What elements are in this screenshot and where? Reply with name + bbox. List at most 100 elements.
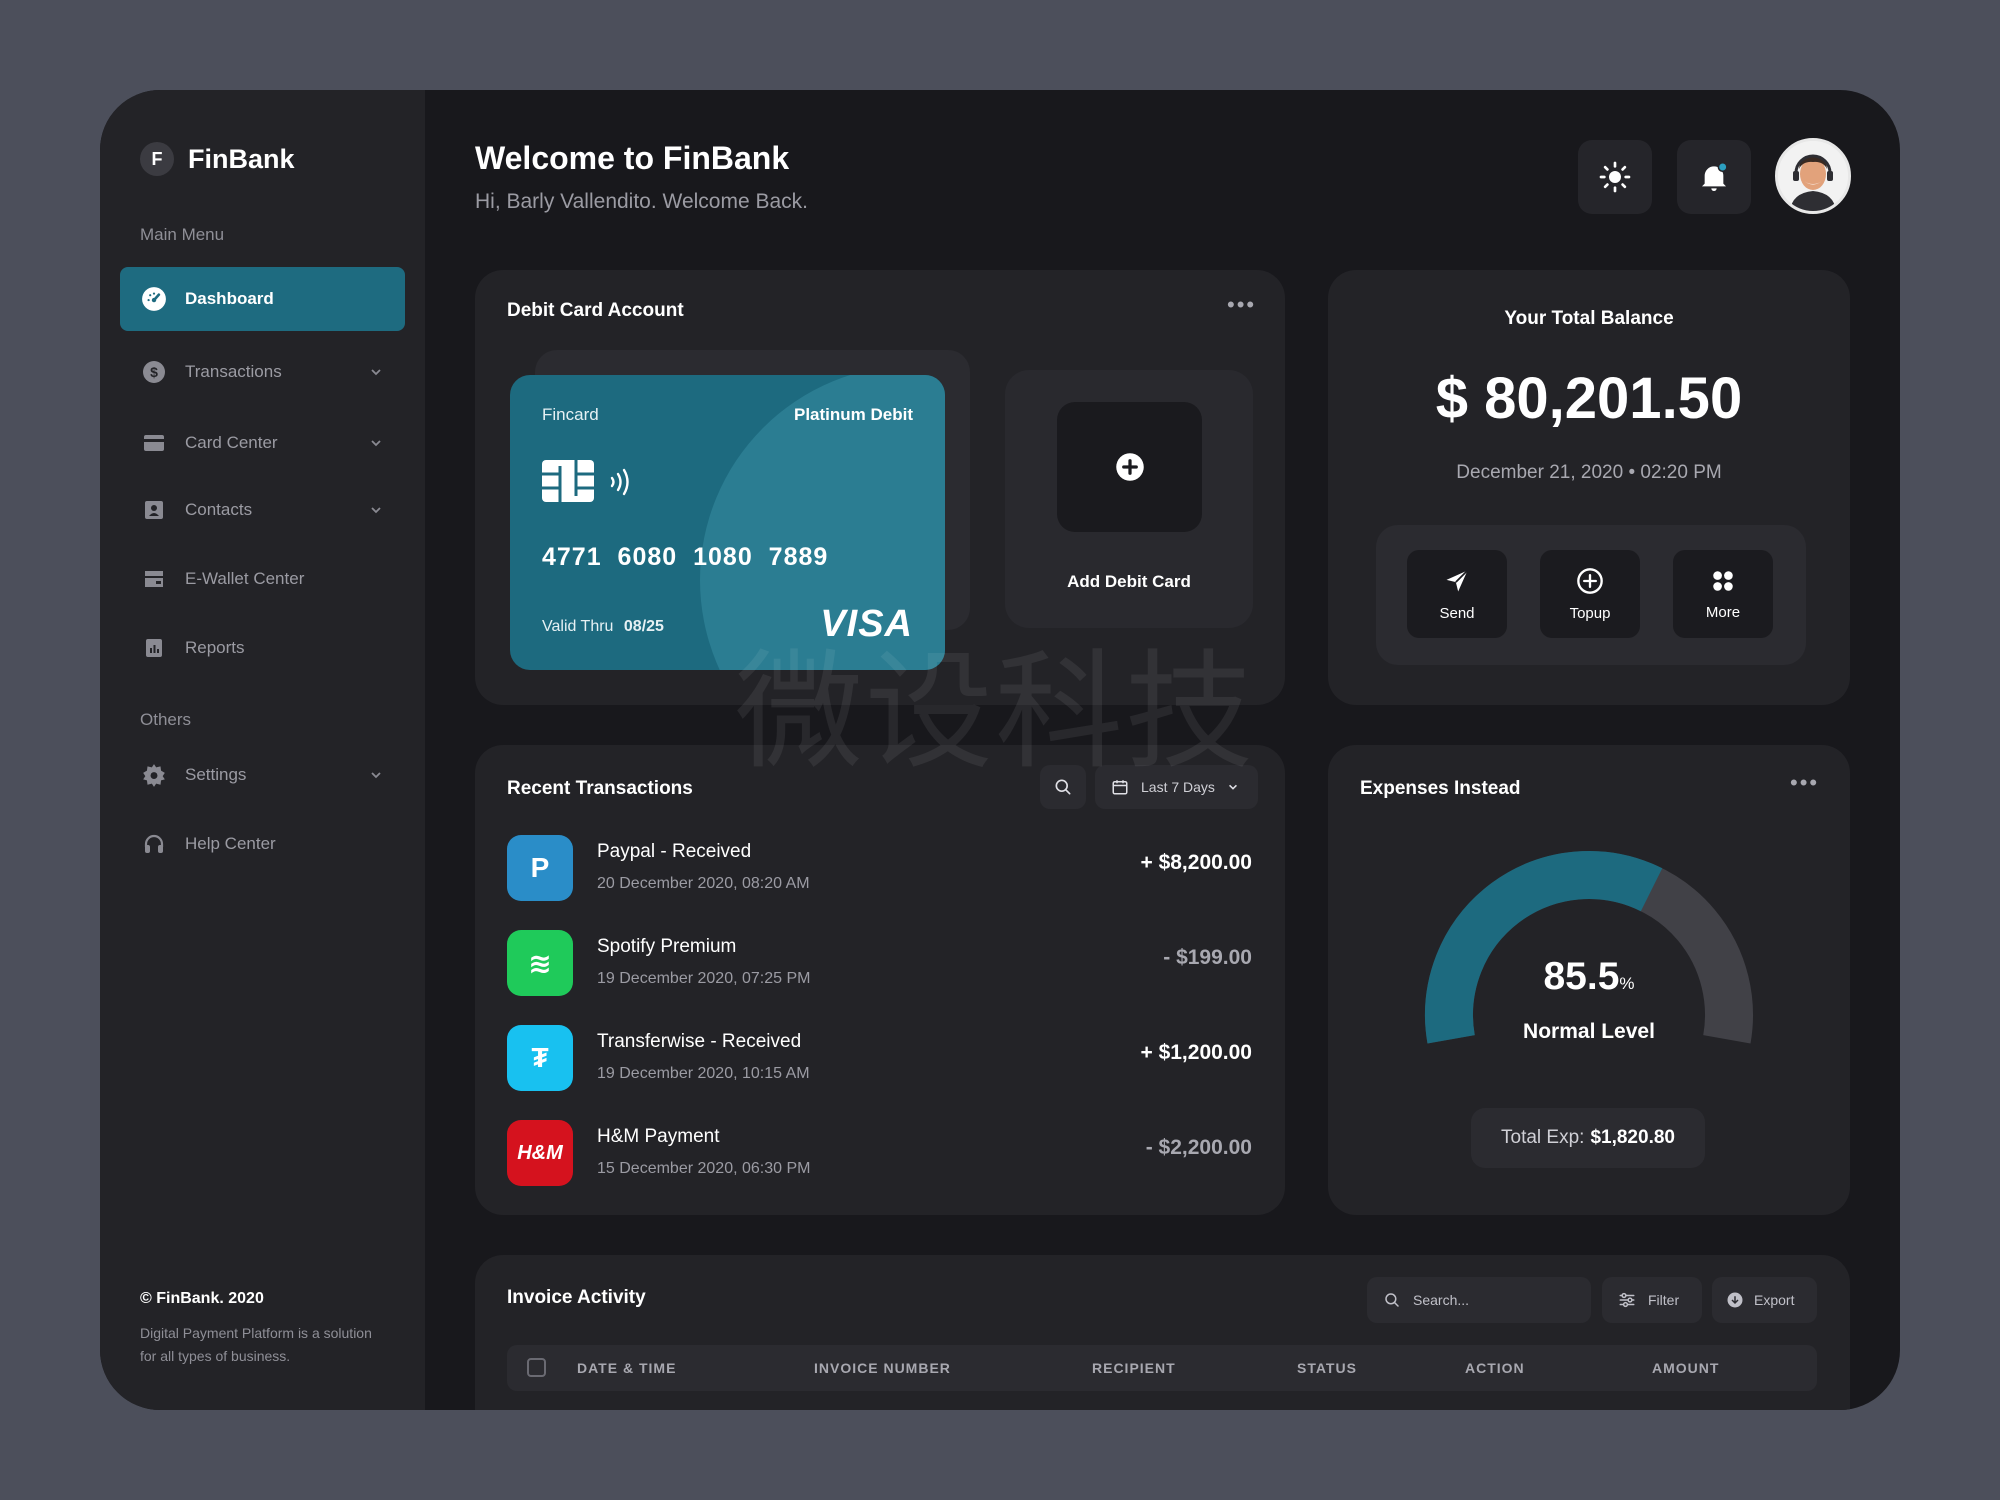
sidebar-item-label: Help Center — [185, 834, 276, 853]
expenses-panel: Expenses Instead ••• 85.5% Normal Level … — [1328, 745, 1850, 1215]
transaction-name: H&M Payment — [597, 1126, 720, 1147]
add-card-placeholder — [1057, 402, 1202, 532]
brand-name: FinBank — [188, 143, 295, 174]
valid-value: 08/25 — [623, 618, 664, 635]
debit-card[interactable]: Fincard Platinum Debit 4771 6080 1080 78… — [510, 375, 945, 670]
sidebar-item-settings[interactable]: Settings — [120, 743, 405, 807]
send-button[interactable]: Send — [1407, 550, 1507, 638]
card-brand: Fincard — [542, 405, 599, 424]
card-chip-icon — [542, 460, 594, 502]
filter-button[interactable]: Filter — [1602, 1277, 1702, 1323]
chevron-down-icon — [371, 507, 381, 514]
date-range-dropdown[interactable]: Last 7 Days — [1095, 765, 1258, 809]
card-icon — [140, 429, 168, 457]
filter-label: Filter — [1648, 1292, 1680, 1308]
sidebar-item-label: E-Wallet Center — [185, 569, 305, 588]
page-subtitle: Hi, Barly Vallendito. Welcome Back. — [475, 190, 809, 213]
search-placeholder: Search... — [1413, 1292, 1470, 1308]
sidebar-item-contacts[interactable]: Contacts — [120, 478, 405, 542]
others-label: Others — [140, 710, 192, 729]
balance-actions: Send Topup More — [1376, 525, 1806, 665]
visa-logo: VISA — [820, 603, 913, 645]
page-title: Welcome to FinBank — [475, 140, 790, 176]
balance-panel: Your Total Balance $ 80,201.50 December … — [1328, 270, 1850, 705]
headset-icon — [140, 830, 168, 858]
more-button[interactable]: More — [1673, 550, 1773, 638]
sidebar-item-dashboard[interactable]: Dashboard — [120, 267, 405, 331]
transaction-date: 19 December 2020, 07:25 PM — [597, 970, 811, 987]
column-header[interactable]: ACTION — [1465, 1360, 1525, 1376]
card-type: Platinum Debit — [793, 405, 913, 424]
hm-icon: H&M — [507, 1120, 573, 1186]
panel-title: Invoice Activity — [507, 1287, 646, 1308]
column-header[interactable]: DATE & TIME — [577, 1360, 676, 1376]
notifications-button[interactable] — [1677, 140, 1751, 214]
avatar[interactable] — [1775, 138, 1851, 214]
transaction-row[interactable]: P Paypal - Received 20 December 2020, 08… — [507, 835, 1252, 905]
brand-logo: F — [140, 142, 174, 176]
invoice-search-input[interactable]: Search... — [1367, 1277, 1591, 1323]
transaction-row[interactable]: H&M H&M Payment 15 December 2020, 06:30 … — [507, 1120, 1252, 1190]
brand[interactable]: F FinBank — [140, 142, 295, 176]
dashboard-gauge-icon — [140, 285, 168, 313]
sidebar-item-e-wallet-center[interactable]: E-Wallet Center — [120, 547, 405, 611]
add-debit-card-button[interactable]: Add Debit Card — [1005, 370, 1253, 628]
chevron-down-icon — [371, 772, 381, 779]
percent-unit: % — [1619, 974, 1635, 993]
sidebar-item-label: Contacts — [185, 500, 253, 519]
panel-title: Debit Card Account — [507, 300, 684, 321]
balance-title: Your Total Balance — [1504, 308, 1674, 329]
reports-icon — [140, 634, 168, 662]
balance-amount: $ 80,201.50 — [1435, 366, 1743, 431]
column-header[interactable]: STATUS — [1297, 1360, 1357, 1376]
export-label: Export — [1754, 1292, 1795, 1308]
sidebar-item-reports[interactable]: Reports — [120, 616, 405, 680]
sidebar-item-transactions[interactable]: $ Transactions — [120, 340, 405, 404]
chevron-down-icon — [1228, 784, 1237, 790]
bell-icon — [1702, 161, 1728, 191]
search-icon — [1385, 1293, 1399, 1307]
export-button[interactable]: Export — [1712, 1277, 1817, 1323]
gear-icon — [140, 761, 168, 789]
theme-toggle-button[interactable] — [1578, 140, 1652, 214]
column-header[interactable]: RECIPIENT — [1092, 1360, 1176, 1376]
expense-level: Normal Level — [1523, 1020, 1655, 1043]
transactions-search-button[interactable] — [1040, 765, 1086, 809]
transaction-date: 19 December 2020, 10:15 AM — [597, 1065, 810, 1082]
sidebar-item-help-center[interactable]: Help Center — [120, 812, 405, 876]
more-options-icon[interactable]: ••• — [1227, 292, 1256, 318]
card-number: 4771 6080 1080 7889 — [542, 543, 829, 571]
select-all-checkbox[interactable] — [527, 1358, 546, 1377]
panel-title: Recent Transactions — [507, 778, 693, 799]
balance-date: December 21, 2020 • 02:20 PM — [1456, 462, 1722, 483]
add-card-label: Add Debit Card — [1067, 572, 1191, 591]
calendar-icon — [1112, 780, 1128, 795]
transaction-date: 20 December 2020, 08:20 AM — [597, 875, 810, 892]
action-label: More — [1705, 603, 1741, 621]
chevron-down-icon — [371, 369, 381, 376]
sidebar-item-label: Settings — [185, 765, 247, 784]
column-header[interactable]: AMOUNT — [1652, 1360, 1719, 1376]
transferwise-icon: ₮ — [507, 1025, 573, 1091]
plus-circle-icon — [1577, 567, 1603, 594]
sidebar-item-label: Card Center — [185, 433, 278, 452]
total-label: Total Exp: — [1501, 1127, 1585, 1148]
export-icon — [1727, 1292, 1743, 1308]
action-label: Topup — [1569, 604, 1611, 622]
debit-card-panel: Debit Card Account ••• Fincard Platinum … — [475, 270, 1285, 705]
sidebar-item-card-center[interactable]: Card Center — [120, 411, 405, 475]
wallet-icon — [140, 565, 168, 593]
total-value: $1,820.80 — [1590, 1127, 1675, 1148]
send-icon — [1446, 569, 1469, 591]
card-valid-thru: Valid Thru 08/25 — [542, 618, 664, 636]
grid-icon — [1713, 570, 1733, 591]
transaction-row[interactable]: ₮ Transferwise - Received 19 December 20… — [507, 1025, 1252, 1095]
topup-button[interactable]: Topup — [1540, 550, 1640, 638]
invoice-activity-panel: Invoice Activity Search... Filter Export… — [475, 1255, 1850, 1410]
transaction-name: Transferwise - Received — [597, 1031, 802, 1052]
percent-value: 85.5 — [1543, 955, 1620, 998]
transaction-row[interactable]: ≋ Spotify Premium 19 December 2020, 07:2… — [507, 930, 1252, 1000]
expense-percent: 85.5% — [1328, 955, 1850, 999]
column-header[interactable]: INVOICE NUMBER — [814, 1360, 951, 1376]
sliders-icon — [1619, 1292, 1635, 1308]
